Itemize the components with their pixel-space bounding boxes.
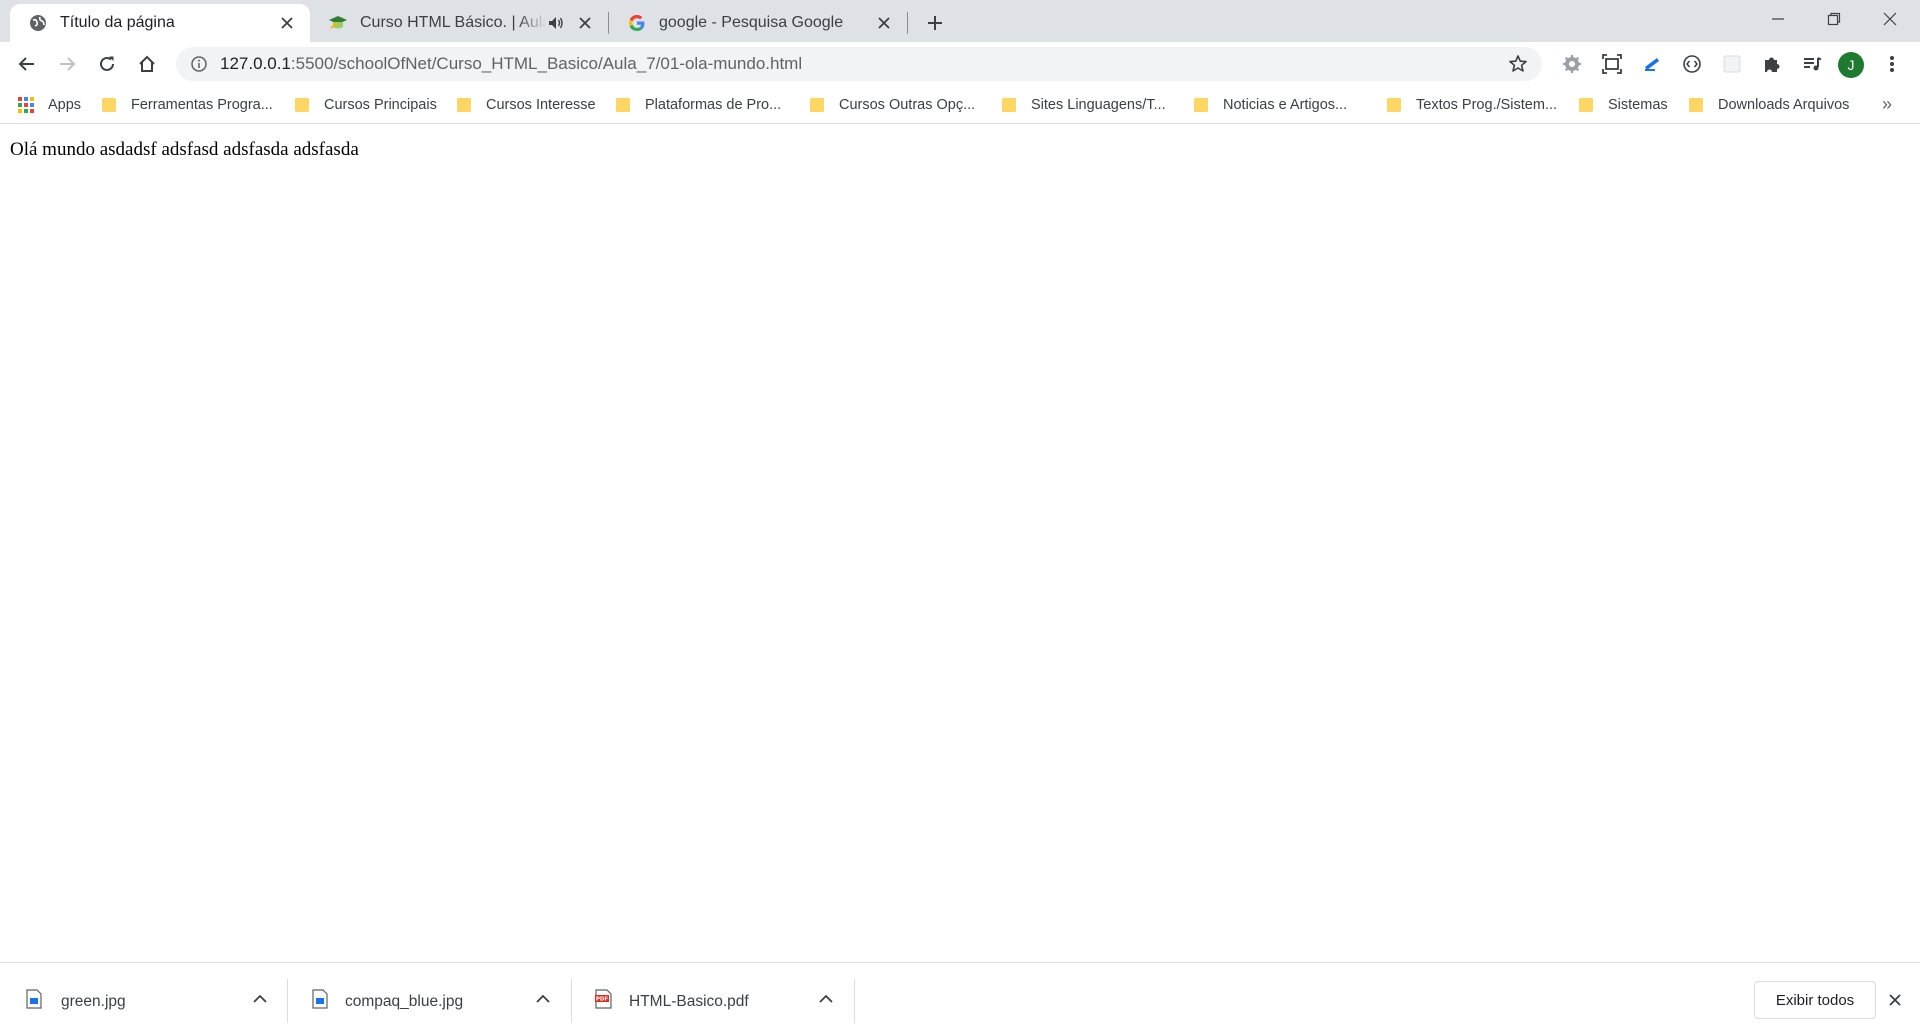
tab-divider: [907, 12, 908, 34]
download-filename: green.jpg: [61, 993, 126, 1010]
folder-icon: [1386, 97, 1402, 113]
bookmarks-bar: Apps Ferramentas Progra... Cursos Princi…: [0, 86, 1920, 124]
tab-title: google - Pesquisa Google: [659, 14, 844, 31]
code-extension-icon[interactable]: [1679, 51, 1705, 77]
tab-title: Título da página: [60, 14, 175, 31]
bookmark-label: Cursos Outras Opç...: [839, 97, 976, 113]
url-host: 127.0.0.1: [220, 54, 291, 73]
folder-icon: [456, 97, 472, 113]
folder-icon: [1688, 97, 1704, 113]
bookmark-folder[interactable]: Noticias e Artigos...: [1193, 94, 1347, 116]
back-button[interactable]: [9, 46, 45, 82]
download-filename: HTML-Basico.pdf: [629, 993, 749, 1010]
bookmark-label: Sistemas: [1608, 97, 1668, 113]
bookmark-folder[interactable]: Sites Linguagens/T...: [1001, 94, 1166, 116]
profile-avatar[interactable]: J: [1838, 52, 1864, 78]
disabled-extension-icon[interactable]: [1719, 51, 1745, 77]
folder-icon: [294, 97, 310, 113]
download-shelf: green.jpg compaq_blue.jpg PDF HTML-Basic…: [0, 962, 1920, 1030]
pdf-file-icon: PDF: [594, 988, 614, 1010]
restore-button[interactable]: [1806, 0, 1862, 38]
chevron-up-icon[interactable]: [250, 989, 270, 1009]
tab-title: Curso HTML Básico. | Aula Pr: [360, 14, 546, 31]
home-button[interactable]: [129, 46, 165, 82]
school-of-net-icon: [328, 13, 348, 33]
chevron-up-icon[interactable]: [816, 989, 836, 1009]
close-window-button[interactable]: [1862, 0, 1918, 38]
folder-icon: [1578, 97, 1594, 113]
bookmark-label: Downloads Arquivos: [1718, 97, 1850, 113]
folder-icon: [1193, 97, 1209, 113]
folder-icon: [101, 97, 117, 113]
settings-gear-extension-icon[interactable]: [1559, 51, 1585, 77]
speaker-icon[interactable]: [546, 13, 566, 33]
download-divider: [854, 979, 855, 1023]
close-tab-icon[interactable]: [873, 12, 895, 34]
page-body-text: Olá mundo asdadsf adsfasd adsfasda adsfa…: [10, 139, 359, 160]
bookmarks-overflow-button[interactable]: »: [1882, 94, 1892, 115]
svg-text:PDF: PDF: [596, 997, 609, 1003]
extensions-puzzle-icon[interactable]: [1759, 51, 1785, 77]
bookmark-folder[interactable]: Plataformas de Pro...: [615, 94, 781, 116]
bookmark-label: Apps: [48, 97, 82, 113]
url-path: :5500/schoolOfNet/Curso_HTML_Basico/Aula…: [290, 54, 803, 73]
address-bar[interactable]: 127.0.0.1:5500/schoolOfNet/Curso_HTML_Ba…: [176, 47, 1542, 81]
bookmark-label: Plataformas de Pro...: [645, 97, 782, 113]
minimize-button[interactable]: [1750, 0, 1806, 38]
more-menu-icon[interactable]: [1879, 51, 1905, 77]
close-tab-icon[interactable]: [574, 12, 596, 34]
close-tab-icon[interactable]: [276, 12, 298, 34]
chevron-up-icon[interactable]: [533, 989, 553, 1009]
tab-strip: Título da página Curso HTML Básico. | Au…: [0, 0, 1920, 42]
globe-icon: [28, 13, 48, 33]
info-icon[interactable]: [189, 54, 209, 74]
tab-active-titulo[interactable]: Título da página: [10, 4, 310, 42]
bookmark-folder[interactable]: Cursos Outras Opç...: [809, 94, 975, 116]
folder-icon: [615, 97, 631, 113]
download-item[interactable]: PDF HTML-Basico.pdf: [594, 979, 844, 1019]
apps-grid-icon: [18, 97, 34, 113]
bookmark-label: Cursos Principais: [324, 97, 437, 113]
browser-toolbar: 127.0.0.1:5500/schoolOfNet/Curso_HTML_Ba…: [0, 42, 1920, 86]
new-tab-button[interactable]: [920, 8, 950, 38]
folder-icon: [1001, 97, 1017, 113]
image-file-icon: [24, 988, 44, 1010]
bookmark-apps[interactable]: Apps: [18, 94, 81, 116]
bookmark-folder[interactable]: Sistemas: [1578, 94, 1668, 116]
download-item[interactable]: green.jpg: [24, 979, 274, 1019]
blue-extension-icon[interactable]: [1639, 51, 1665, 77]
bookmark-label: Sites Linguagens/T...: [1031, 97, 1166, 113]
folder-icon: [809, 97, 825, 113]
bookmark-label: Cursos Interesse: [486, 97, 596, 113]
image-file-icon: [310, 988, 330, 1010]
download-divider: [571, 979, 572, 1023]
tab-curso-html[interactable]: Curso HTML Básico. | Aula Pr: [310, 4, 608, 42]
tab-google-search[interactable]: google - Pesquisa Google: [609, 4, 907, 42]
download-divider: [287, 979, 288, 1023]
close-shelf-icon[interactable]: [1884, 989, 1906, 1011]
bookmark-label: Ferramentas Progra...: [131, 97, 273, 113]
bookmark-folder[interactable]: Cursos Principais: [294, 94, 437, 116]
download-filename: compaq_blue.jpg: [345, 993, 464, 1010]
forward-button[interactable]: [49, 46, 85, 82]
download-item[interactable]: compaq_blue.jpg: [310, 979, 560, 1019]
bookmark-folder[interactable]: Cursos Interesse: [456, 94, 596, 116]
reload-button[interactable]: [89, 46, 125, 82]
bookmark-folder[interactable]: Ferramentas Progra...: [101, 94, 273, 116]
screen-capture-icon[interactable]: [1599, 51, 1625, 77]
bookmark-star-icon[interactable]: [1506, 52, 1530, 76]
bookmark-label: Noticias e Artigos...: [1223, 97, 1348, 113]
show-all-downloads-button[interactable]: Exibir todos: [1754, 981, 1876, 1019]
url-text: 127.0.0.1:5500/schoolOfNet/Curso_HTML_Ba…: [220, 54, 1506, 74]
bookmark-folder[interactable]: Textos Prog./Sistem...: [1386, 94, 1557, 116]
google-g-icon: [627, 13, 647, 33]
media-queue-icon[interactable]: [1799, 51, 1825, 77]
bookmark-folder[interactable]: Downloads Arquivos: [1688, 94, 1849, 116]
bookmark-label: Textos Prog./Sistem...: [1416, 97, 1558, 113]
